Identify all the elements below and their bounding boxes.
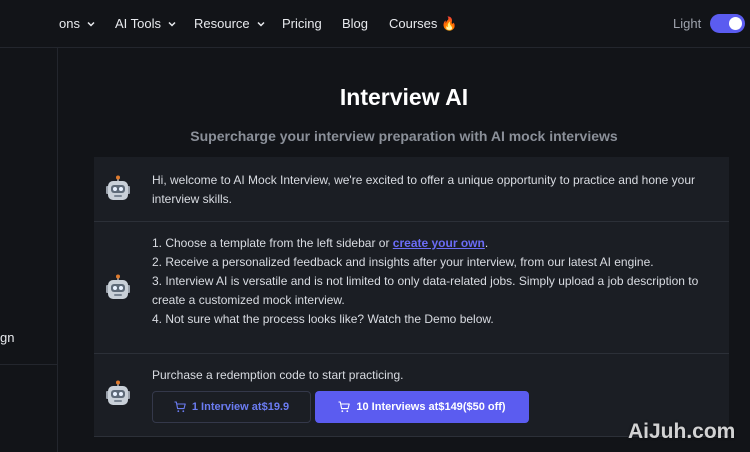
nav-item-solutions[interactable]: ons <box>58 16 96 31</box>
instruction-step-4: 4. Not sure what the process looks like?… <box>152 312 494 326</box>
nav-item-label: Resource <box>194 16 250 31</box>
chat-message-instructions: 1. Choose a template from the left sideb… <box>94 222 729 353</box>
top-nav: ons AI Tools Resource Pricing Blog Cours… <box>0 0 750 48</box>
sidebar-divider <box>0 364 57 365</box>
nav-item-pricing[interactable]: Pricing <box>282 16 322 31</box>
nav-item-label: Courses 🔥 <box>389 16 458 31</box>
theme-label: Light <box>673 16 702 31</box>
button-discount: ($50 off) <box>462 401 506 413</box>
nav-item-blog[interactable]: Blog <box>342 16 368 31</box>
buy-1-interview-button[interactable]: 1 Interview at $19.9 <box>152 391 311 423</box>
instruction-list: 1. Choose a template from the left sideb… <box>152 234 722 329</box>
page-subtitle: Supercharge your interview preparation w… <box>190 128 618 144</box>
step-text: 1. Choose a template from the left sideb… <box>152 236 393 250</box>
buy-10-interviews-button[interactable]: 10 Interviews at $149 ($50 off) <box>315 391 529 423</box>
button-price: $19.9 <box>261 401 290 413</box>
message-text: Purchase a redemption code to start prac… <box>152 368 404 382</box>
watermark: AiJuh.com <box>628 420 736 443</box>
button-label: 10 Interviews at <box>356 401 439 413</box>
create-your-own-link[interactable]: create your own <box>393 236 485 250</box>
button-label: 1 Interview at <box>191 401 262 413</box>
nav-item-ai-tools[interactable]: AI Tools <box>115 16 177 31</box>
sidebar: gn <box>0 48 58 452</box>
instruction-step-1: 1. Choose a template from the left sideb… <box>152 234 722 253</box>
robot-icon <box>106 380 130 405</box>
instruction-step-2: 2. Receive a personalized feedback and i… <box>152 255 654 269</box>
nav-item-resource[interactable]: Resource <box>194 16 266 31</box>
robot-icon <box>106 274 130 299</box>
nav-item-label: AI Tools <box>115 16 162 31</box>
nav-item-courses[interactable]: Courses 🔥 <box>389 16 457 32</box>
nav-item-label: Blog <box>342 16 369 31</box>
cart-icon <box>338 401 351 413</box>
chevron-down-icon <box>257 21 265 27</box>
chevron-down-icon <box>87 21 95 27</box>
button-price: $149 <box>438 401 463 413</box>
step-text: . <box>484 236 489 250</box>
cart-icon <box>174 401 186 413</box>
chat-message-welcome: Hi, welcome to AI Mock Interview, we're … <box>94 157 729 221</box>
message-text: Hi, welcome to AI Mock Interview, we're … <box>152 173 696 206</box>
theme-toggle[interactable] <box>710 14 745 33</box>
nav-item-label: Pricing <box>282 16 322 31</box>
toggle-knob <box>729 17 742 30</box>
robot-icon <box>106 175 130 200</box>
sidebar-item-label[interactable]: gn <box>0 330 14 345</box>
instruction-step-3: 3. Interview AI is versatile and is not … <box>152 274 699 307</box>
page-title: Interview AI <box>339 84 469 110</box>
nav-item-label: ons <box>59 16 80 31</box>
chevron-down-icon <box>168 21 176 27</box>
